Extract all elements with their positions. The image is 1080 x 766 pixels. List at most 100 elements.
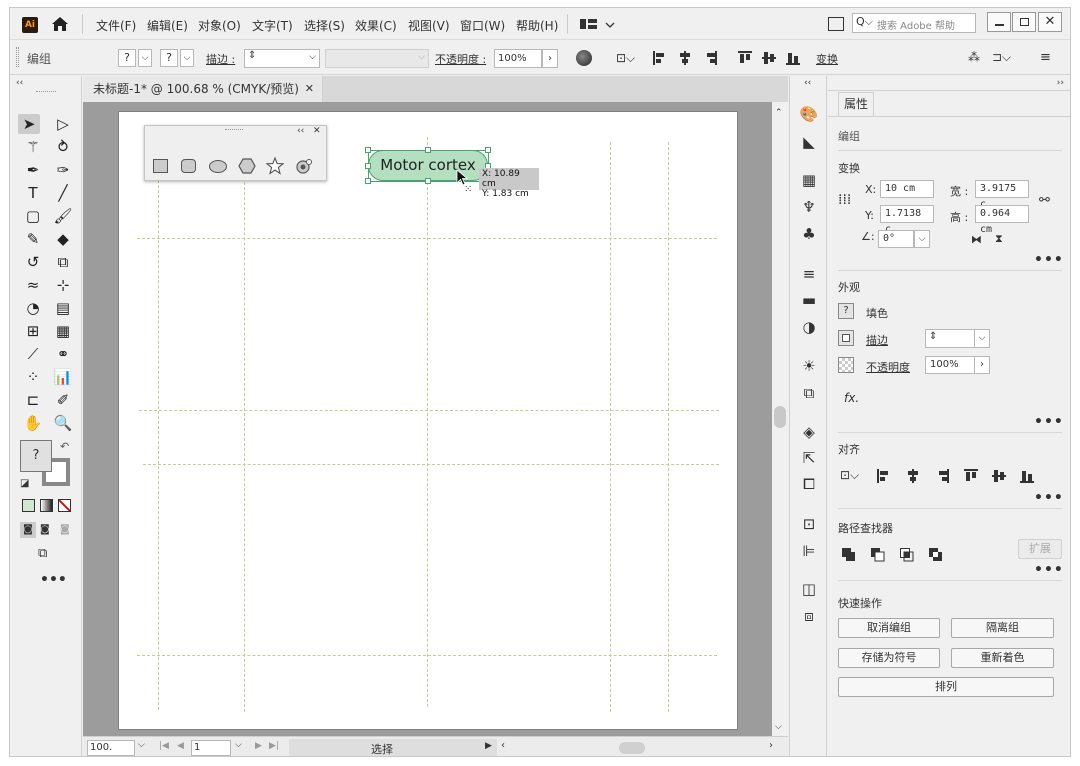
arrange-docs-icon[interactable] — [828, 17, 844, 31]
transform-label[interactable]: 变换 — [816, 51, 838, 67]
maximize-button[interactable] — [1012, 12, 1036, 32]
fx-button[interactable]: fx. — [844, 391, 859, 405]
blend-tool-icon[interactable]: ⚭ — [52, 344, 74, 364]
x-input[interactable]: 10 cm — [880, 180, 934, 198]
first-artboard-icon[interactable]: |◀ — [159, 741, 169, 751]
y-input[interactable]: 1.7138 c — [880, 205, 934, 235]
angle-input[interactable]: 0° — [878, 230, 914, 248]
artboards-panel-icon[interactable]: ⧠ — [799, 474, 819, 494]
scrollbar-thumb[interactable] — [774, 406, 786, 428]
shaper-tool-icon[interactable]: ✎ — [22, 229, 44, 249]
opacity-label-link[interactable]: 不透明度 — [866, 359, 910, 375]
hand-tool-icon[interactable]: ✋ — [22, 413, 44, 433]
color-guide-panel-icon[interactable]: ◣ — [799, 132, 819, 152]
fill-swatch-box[interactable]: ? — [838, 303, 854, 319]
ungroup-button[interactable]: 取消编组 — [838, 618, 940, 638]
color-panel-icon[interactable]: 🎨 — [799, 104, 819, 124]
scroll-up-icon[interactable]: ⌃ — [775, 108, 783, 118]
eyedropper-tool-icon[interactable]: ⟋ — [22, 344, 44, 364]
appearance-panel-icon[interactable]: ☀ — [799, 356, 819, 376]
panel-menu-icon[interactable]: ≡ — [1040, 50, 1051, 65]
isolate-group-button[interactable]: 隔离组 — [951, 618, 1054, 638]
rotate-tool-icon[interactable]: ↺ — [22, 252, 44, 272]
opacity-arrow-button[interactable]: › — [542, 49, 558, 68]
export-panel-icon[interactable]: ⇱ — [799, 448, 819, 468]
recolor-button[interactable]: 重新着色 — [951, 648, 1054, 668]
stepper-icon[interactable]: ⇕ — [929, 331, 937, 342]
opacity-input[interactable]: 100% — [494, 49, 542, 68]
swatches-panel-icon[interactable]: ▦ — [799, 170, 819, 190]
screen-mode-icon[interactable]: ⧉ — [38, 546, 47, 561]
selection-tool-icon[interactable]: ➤ — [18, 114, 40, 134]
home-icon[interactable] — [50, 14, 70, 34]
minimize-button[interactable] — [987, 12, 1011, 32]
color-mode-icon[interactable] — [22, 499, 35, 512]
opacity-label[interactable]: 不透明度 : — [435, 51, 486, 67]
type-tool-icon[interactable]: T — [22, 183, 44, 203]
fill-dropdown-icon[interactable]: ⌵ — [138, 49, 152, 67]
free-transform-tool-icon[interactable]: ⊹ — [52, 275, 74, 295]
gradient-mode-icon[interactable] — [40, 499, 53, 512]
more-pathfinder-options-icon[interactable]: ••• — [1034, 562, 1064, 578]
lasso-tool-icon[interactable]: ⥁ — [52, 137, 74, 157]
more-align-options-icon[interactable]: ••• — [1034, 490, 1064, 506]
last-artboard-icon[interactable]: ▶| — [269, 741, 279, 751]
symbols-panel-icon[interactable]: ♣ — [799, 224, 819, 244]
height-input[interactable]: 0.964 cm — [975, 205, 1029, 235]
symbol-sprayer-tool-icon[interactable]: ⁘ — [22, 367, 44, 387]
transparency-panel-icon[interactable]: ◑ — [799, 317, 819, 337]
menu-edit[interactable]: 编辑(E) — [147, 17, 188, 34]
menu-file[interactable]: 文件(F) — [96, 17, 136, 34]
scale-tool-icon[interactable]: ⧉ — [52, 252, 74, 272]
pathfinder-unite-icon[interactable] — [842, 548, 856, 562]
rounded-rectangle-shape-icon[interactable] — [181, 159, 196, 173]
brushes-panel-icon[interactable]: ♆ — [799, 197, 819, 217]
slice-tool-icon[interactable]: ✐ — [52, 390, 74, 410]
default-fill-stroke-icon[interactable]: ◪ — [20, 478, 29, 489]
menu-help[interactable]: 帮助(H) — [516, 17, 558, 34]
expand-panel-icon[interactable]: ›› — [1057, 78, 1064, 88]
close-tab-icon[interactable]: ✕ — [305, 76, 314, 102]
column-graph-tool-icon[interactable]: 📊 — [52, 367, 74, 387]
align-panel-icon[interactable]: ⊫ — [799, 541, 819, 561]
swap-fill-stroke-icon[interactable]: ↶ — [60, 440, 69, 453]
horizontal-scrollbar-thumb[interactable] — [619, 742, 645, 754]
fill-color-box[interactable]: ? — [20, 440, 52, 472]
selection-handle[interactable] — [485, 147, 491, 153]
artboard-number-input[interactable]: 1 — [191, 740, 231, 756]
scroll-down-icon[interactable]: ⌵ — [775, 722, 782, 732]
stroke-label[interactable]: 描边 : — [206, 51, 235, 67]
zoom-tool-icon[interactable]: 🔍 — [52, 413, 74, 433]
stroke-swatch[interactable]: ? — [160, 49, 178, 67]
pathfinder-expand-button[interactable]: 扩展 — [1018, 539, 1062, 559]
artboard-dropdown-icon[interactable]: ⌵ — [235, 740, 242, 750]
warp-tool-icon[interactable]: ≈ — [22, 275, 44, 295]
angle-dropdown-icon[interactable]: ⌵ — [914, 230, 930, 248]
pathfinder-exclude-icon[interactable] — [929, 548, 943, 562]
gradient-panel-icon[interactable]: ▬ — [799, 290, 819, 310]
ellipse-shape-icon[interactable] — [209, 160, 227, 173]
rectangle-tool-icon[interactable]: ▢ — [22, 206, 44, 226]
scroll-left-icon[interactable]: ‹ — [501, 740, 505, 751]
draw-behind-icon[interactable]: ◙ — [40, 522, 50, 538]
line-tool-icon[interactable]: ╱ — [52, 183, 74, 203]
flip-horizontal-icon[interactable]: ⧓ — [971, 233, 982, 246]
flip-vertical-icon[interactable]: ⧗ — [995, 232, 1003, 246]
paintbrush-tool-icon[interactable]: 🖌 — [52, 206, 74, 226]
close-panel-icon[interactable]: ✕ — [313, 126, 321, 136]
pathfinder-panel-icon[interactable]: ◫ — [799, 579, 819, 599]
recolor-icon[interactable] — [576, 50, 592, 66]
collapse-toolbar-icon[interactable]: ‹‹ — [16, 78, 23, 88]
save-as-symbol-button[interactable]: 存储为符号 — [838, 648, 940, 668]
graphic-styles-panel-icon[interactable]: ⧉ — [799, 383, 819, 403]
stroke-panel-icon[interactable]: ≡ — [799, 264, 819, 284]
selection-handle[interactable] — [365, 178, 371, 184]
stroke-label-link[interactable]: 描边 — [866, 332, 888, 348]
flare-shape-icon[interactable] — [295, 157, 313, 175]
canvas-area[interactable]: ‹‹ ✕ Motor cortex ⁙ X: 10.89 cm Y: 1.83 … — [83, 102, 788, 736]
tab-properties[interactable]: 属性 — [838, 92, 874, 116]
pathfinder-intersect-icon[interactable] — [900, 548, 914, 562]
constrain-proportions-icon[interactable]: ⚯ — [1039, 193, 1050, 208]
menu-window[interactable]: 窗口(W) — [460, 17, 505, 34]
selection-handle[interactable] — [365, 163, 371, 169]
